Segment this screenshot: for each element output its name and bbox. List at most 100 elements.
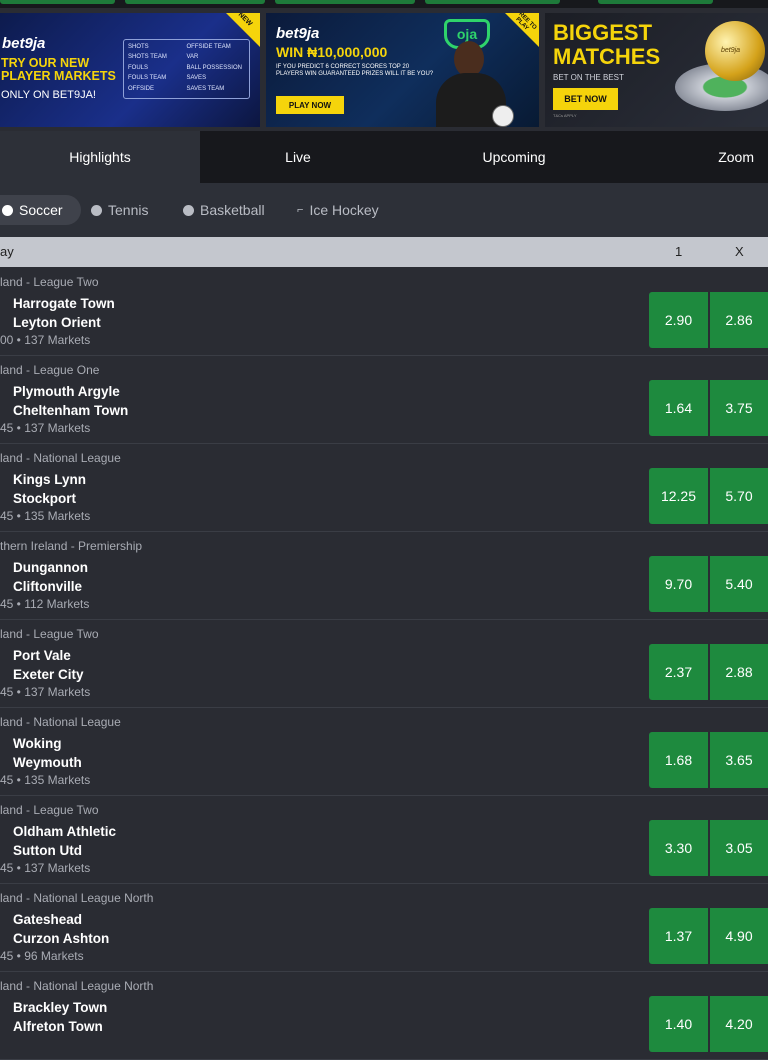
basketball-icon — [183, 204, 194, 216]
nav-pill[interactable] — [425, 0, 560, 4]
away-team: Weymouth — [13, 755, 82, 770]
event-league: thern Ireland - Premiership — [0, 539, 143, 553]
odd-home-button[interactable]: 12.25 — [649, 468, 708, 524]
nav-pill[interactable] — [125, 0, 265, 4]
event-row[interactable]: land - National League North Gateshead C… — [0, 884, 768, 972]
away-team: Sutton Utd — [13, 843, 82, 858]
banner-headline: TRY OUR NEW PLAYER MARKETS — [1, 57, 116, 83]
home-team: Dungannon — [13, 560, 88, 575]
event-league: land - National League North — [0, 979, 154, 993]
event-list: land - League Two Harrogate Town Leyton … — [0, 268, 768, 1060]
event-row[interactable]: land - League Two Port Vale Exeter City … — [0, 620, 768, 708]
nav-pill[interactable] — [598, 0, 713, 4]
event-row[interactable]: land - League Two Oldham Athletic Sutton… — [0, 796, 768, 884]
home-team: Oldham Athletic — [13, 824, 117, 839]
banner-oja-jackpot[interactable]: FREE TO PLAY bet9ja WIN ₦10,000,000 IF Y… — [266, 13, 539, 127]
event-meta: 45 • 112 Markets — [0, 597, 90, 611]
market-item: VAR — [186, 54, 199, 61]
hockey-stick-icon: ⌐ — [297, 204, 304, 216]
event-row[interactable]: thern Ireland - Premiership Dungannon Cl… — [0, 532, 768, 620]
sport-tennis[interactable]: Tennis — [91, 195, 148, 225]
nav-pill[interactable] — [0, 0, 115, 4]
tab-highlights[interactable]: Highlights — [0, 131, 200, 183]
home-team: Kings Lynn — [13, 472, 86, 487]
odd-home-button[interactable]: 9.70 — [649, 556, 708, 612]
odd-draw-button[interactable]: 4.90 — [710, 908, 768, 964]
home-team: Harrogate Town — [13, 296, 115, 311]
headline-line: PLAYER MARKETS — [1, 69, 116, 83]
sport-soccer[interactable]: Soccer — [0, 195, 81, 225]
header-day-label: ay — [0, 244, 14, 259]
odd-draw-button[interactable]: 5.70 — [710, 468, 768, 524]
nav-pill[interactable] — [275, 0, 415, 4]
odd-home-button[interactable]: 3.30 — [649, 820, 708, 876]
odd-home-button[interactable]: 1.68 — [649, 732, 708, 788]
player-head — [454, 41, 484, 77]
event-league: land - National League — [0, 715, 121, 729]
odd-home-button[interactable]: 1.37 — [649, 908, 708, 964]
soccer-ball-icon — [2, 204, 13, 216]
bet9ja-logo: bet9ja — [2, 35, 46, 52]
event-row[interactable]: land - League Two Harrogate Town Leyton … — [0, 268, 768, 356]
bet-now-button[interactable]: BET NOW — [553, 88, 618, 110]
sport-ice-hockey[interactable]: ⌐ Ice Hockey — [297, 195, 379, 225]
event-row[interactable]: land - League One Plymouth Argyle Chelte… — [0, 356, 768, 444]
away-team: Cheltenham Town — [13, 403, 129, 418]
banner-headline: WIN ₦10,000,000 — [276, 44, 388, 60]
odds-header: ay 1 X — [0, 237, 768, 267]
away-team: Stockport — [13, 491, 77, 506]
event-row[interactable]: land - National League Kings Lynn Stockp… — [0, 444, 768, 532]
market-item: SAVES — [186, 75, 207, 82]
golden-ball-icon: bet9ja — [705, 21, 765, 81]
event-tabs: Highlights Live Upcoming Zoom — [0, 131, 768, 183]
home-team: Gateshead — [13, 912, 83, 927]
event-meta: 45 • 96 Markets — [0, 949, 84, 963]
odd-draw-button[interactable]: 4.20 — [710, 996, 768, 1052]
banner-player-markets[interactable]: NEW bet9ja TRY OUR NEW PLAYER MARKETS ON… — [0, 13, 260, 127]
odd-home-button[interactable]: 1.40 — [649, 996, 708, 1052]
odd-draw-button[interactable]: 3.65 — [710, 732, 768, 788]
tab-live[interactable]: Live — [200, 131, 396, 183]
event-meta: 45 • 135 Markets — [0, 773, 91, 787]
football-icon — [492, 105, 514, 127]
event-league: land - National League North — [0, 891, 154, 905]
event-league: land - League One — [0, 363, 100, 377]
odd-draw-button[interactable]: 3.75 — [710, 380, 768, 436]
home-team: Plymouth Argyle — [13, 384, 120, 399]
odd-draw-button[interactable]: 5.40 — [710, 556, 768, 612]
odd-home-button[interactable]: 2.90 — [649, 292, 708, 348]
tab-upcoming[interactable]: Upcoming — [396, 131, 632, 183]
sport-filter: Soccer Tennis Basketball ⌐ Ice Hockey — [0, 183, 768, 237]
promo-banners: NEW bet9ja TRY OUR NEW PLAYER MARKETS ON… — [0, 13, 768, 127]
tennis-ball-icon — [91, 204, 102, 216]
event-meta: 45 • 137 Markets — [0, 421, 91, 435]
ball-label: bet9ja — [721, 47, 741, 54]
event-row[interactable]: land - National League Woking Weymouth 4… — [0, 708, 768, 796]
odd-draw-button[interactable]: 2.86 — [710, 292, 768, 348]
tcs-text: T&Cs APPLY — [553, 113, 577, 118]
market-item: FOULS TEAM — [128, 75, 167, 82]
player-image — [426, 31, 516, 127]
play-now-button[interactable]: PLAY NOW — [276, 96, 344, 114]
banner-sub: IF YOU PREDICT 6 CORRECT SCORES TOP 20 P… — [276, 64, 434, 77]
event-meta: 45 • 137 Markets — [0, 685, 91, 699]
odd-draw-button[interactable]: 3.05 — [710, 820, 768, 876]
home-team: Woking — [13, 736, 62, 751]
tab-zoom[interactable]: Zoom — [632, 131, 768, 183]
event-meta: 45 • 135 Markets — [0, 509, 91, 523]
sport-basketball[interactable]: Basketball — [183, 195, 265, 225]
odd-home-button[interactable]: 2.37 — [649, 644, 708, 700]
event-row[interactable]: land - National League North Brackley To… — [0, 972, 768, 1060]
market-item: FOULS — [128, 64, 149, 71]
event-league: land - League Two — [0, 627, 99, 641]
odd-home-button[interactable]: 1.64 — [649, 380, 708, 436]
sport-label: Ice Hockey — [309, 202, 379, 218]
odd-draw-button[interactable]: 2.88 — [710, 644, 768, 700]
bet9ja-logo: bet9ja — [276, 25, 320, 42]
banner-biggest-matches[interactable]: BIGGEST MATCHES BET ON THE BEST BET NOW … — [545, 13, 768, 127]
market-item: SHOTS TEAM — [128, 54, 167, 61]
home-team: Brackley Town — [13, 1000, 108, 1015]
market-item: SHOTS — [128, 44, 149, 50]
sport-label: Tennis — [108, 202, 149, 218]
header-col-x: X — [735, 244, 744, 259]
